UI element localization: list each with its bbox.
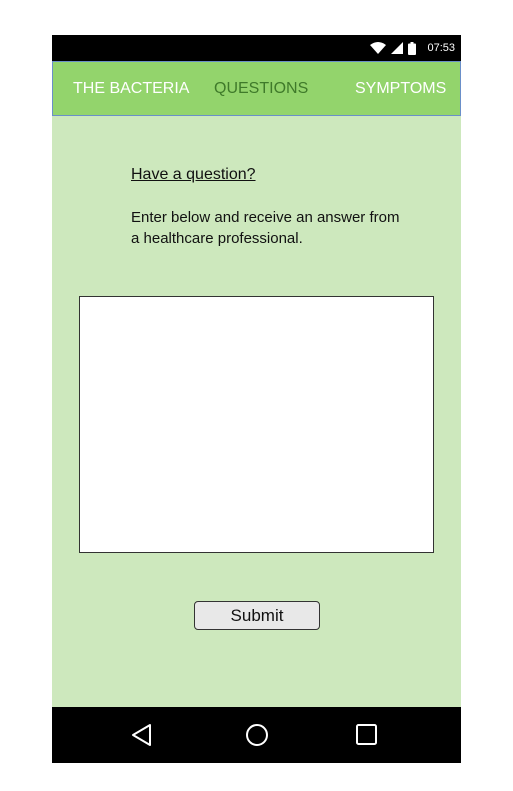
back-icon[interactable] [129, 721, 157, 749]
tab-symptoms[interactable]: SYMPTOMS [355, 62, 446, 115]
tab-the-bacteria[interactable]: THE BACTERIA [73, 62, 189, 115]
page-heading: Have a question? [131, 166, 256, 183]
tab-questions[interactable]: QUESTIONS [214, 62, 308, 115]
status-bar: 07:53 [52, 35, 461, 61]
question-input[interactable] [79, 296, 434, 553]
tab-bar: THE BACTERIA QUESTIONS SYMPTOMS [52, 61, 461, 116]
submit-button[interactable]: Submit [194, 601, 320, 630]
status-time: 07:53 [427, 42, 455, 54]
phone-screen: 07:53 THE BACTERIA QUESTIONS SYMPTOMS Ha… [52, 35, 461, 763]
wifi-icon [370, 42, 387, 54]
home-icon[interactable] [243, 721, 271, 749]
recent-apps-icon[interactable] [353, 721, 381, 749]
cellular-signal-icon [391, 42, 404, 54]
status-icons: 07:53 [370, 35, 455, 61]
instructions-text: Enter below and receive an answer from a… [131, 209, 400, 247]
battery-icon [408, 41, 417, 55]
navigation-bar [52, 707, 461, 763]
